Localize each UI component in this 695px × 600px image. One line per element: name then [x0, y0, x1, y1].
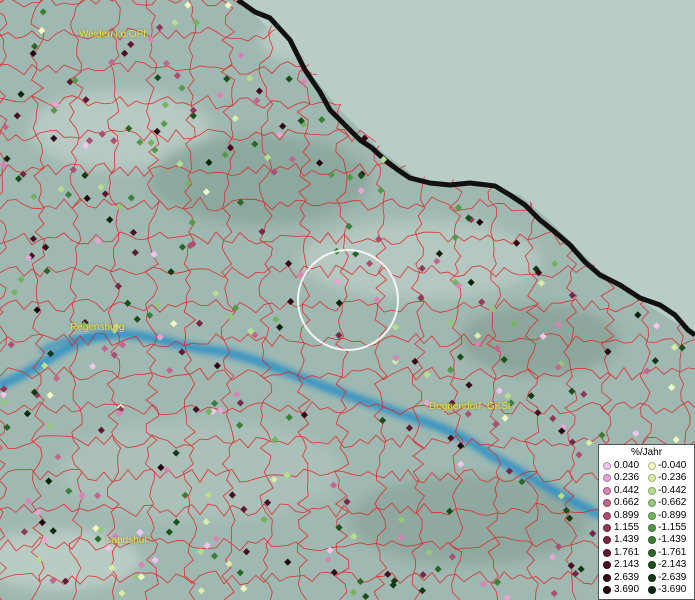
- legend-value-negative: -0.236: [658, 472, 687, 484]
- legend-value-positive: 1.155: [614, 522, 640, 533]
- legend-value-negative: -0.662: [658, 497, 687, 509]
- legend-value-negative: -2.639: [658, 571, 687, 583]
- legend-value-positive: 0.236: [614, 472, 640, 484]
- legend-row: 1.761 -1.761: [599, 546, 694, 559]
- legend-swatch-positive: [603, 499, 611, 508]
- legend-row: 0.662 -0.662: [599, 497, 694, 509]
- legend-value-positive: 0.662: [614, 497, 640, 509]
- legend-value-positive: 0.899: [614, 509, 640, 521]
- city-label-regensburg: Regensburg: [70, 322, 125, 333]
- legend-swatch-negative: [648, 474, 656, 483]
- legend-value-positive: 1.761: [614, 546, 640, 558]
- legend-value-positive: 3.690: [614, 584, 640, 595]
- legend-swatch-positive: [603, 462, 611, 470]
- legend-swatch-negative: [648, 524, 656, 532]
- legend-value-negative: -0.442: [658, 484, 687, 496]
- legend-row: 1.155 -1.155: [599, 522, 694, 534]
- legend-swatch-negative: [648, 511, 656, 520]
- legend-swatch-negative: [648, 499, 656, 508]
- legend-swatch-positive: [603, 573, 611, 582]
- legend-swatch-negative: [648, 486, 656, 495]
- legend-value-negative: -1.761: [658, 546, 687, 558]
- legend-row: 2.143 -2.143: [599, 559, 694, 571]
- legend-title: %/Jahr: [630, 447, 663, 458]
- map-view[interactable]: Weiden i.d.OPf. Regensburg Deggendorf, G…: [0, 0, 695, 600]
- legend-value-negative: -1.155: [658, 522, 687, 533]
- legend-swatch-positive: [603, 548, 611, 557]
- legend-row: 2.639 -2.639: [599, 571, 694, 584]
- legend-value-negative: -2.143: [658, 559, 687, 571]
- legend: %/Jahr 0.040 -0.040 0.236 -0.236 0.442 -0.442…: [598, 444, 695, 600]
- legend-value-positive: 2.639: [614, 571, 640, 583]
- legend-row: 3.690 -3.690: [599, 584, 694, 596]
- legend-swatch-negative: [648, 462, 656, 470]
- legend-swatch-positive: [603, 586, 611, 594]
- legend-row: 0.236 -0.236: [599, 472, 694, 484]
- legend-swatch-positive: [603, 536, 611, 545]
- legend-row: 0.442 -0.442: [599, 484, 694, 497]
- legend-value-positive: 1.439: [614, 534, 640, 546]
- legend-row: 1.439 -1.439: [599, 534, 694, 546]
- city-label-weiden: Weiden i.d.OPf.: [79, 29, 149, 40]
- legend-swatch-positive: [603, 474, 611, 483]
- legend-value-negative: -1.439: [658, 534, 687, 546]
- legend-swatch-negative: [648, 586, 656, 594]
- legend-swatch-negative: [648, 573, 656, 582]
- legend-swatch-positive: [603, 511, 611, 520]
- legend-row: 0.040 -0.040: [599, 460, 694, 472]
- legend-swatch-negative: [648, 561, 656, 570]
- legend-value-negative: -0.040: [658, 460, 687, 471]
- legend-swatch-positive: [603, 486, 611, 495]
- city-label-landshut: Landshut: [106, 535, 148, 546]
- legend-swatch-positive: [603, 561, 611, 570]
- legend-row: 0.899 -0.899: [599, 509, 694, 522]
- legend-swatch-negative: [648, 548, 656, 557]
- legend-value-positive: 2.143: [614, 559, 640, 571]
- legend-swatch-positive: [603, 524, 611, 532]
- terrain-layer: [0, 0, 695, 600]
- legend-value-negative: -0.899: [658, 509, 687, 521]
- legend-value-positive: 0.040: [614, 460, 640, 471]
- legend-swatch-negative: [648, 536, 656, 545]
- city-label-deggendorf: Deggendorf, GKSt: [429, 401, 511, 412]
- legend-value-positive: 0.442: [614, 484, 640, 496]
- legend-value-negative: -3.690: [658, 584, 687, 595]
